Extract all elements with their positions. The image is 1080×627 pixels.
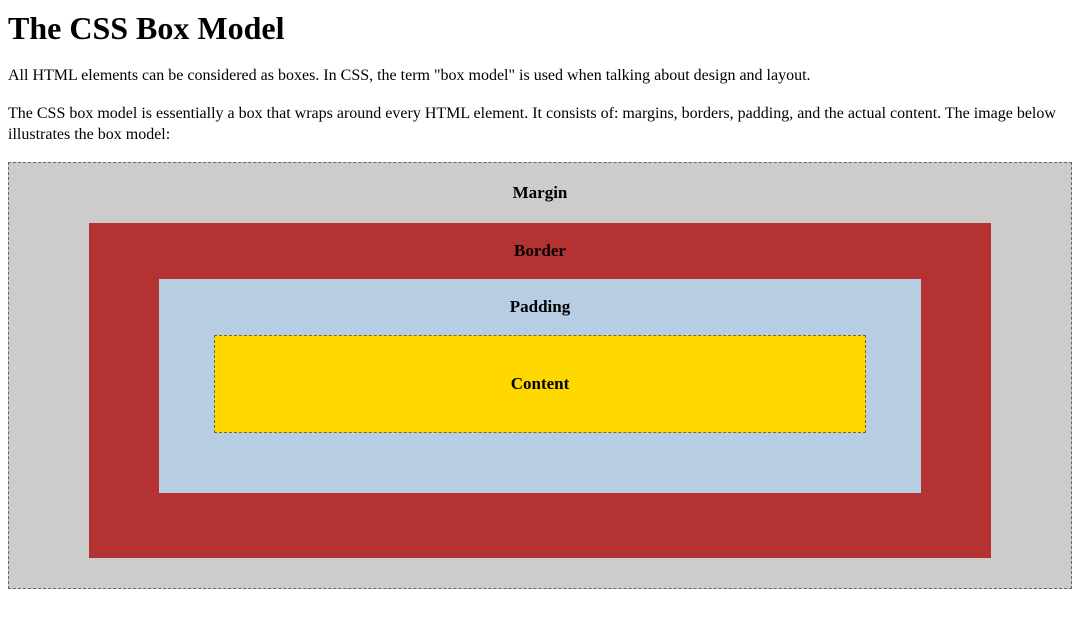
intro-paragraph-2: The CSS box model is essentially a box t… — [8, 103, 1072, 146]
padding-label: Padding — [214, 279, 866, 335]
page-title: The CSS Box Model — [8, 10, 1072, 47]
content-box: Content — [214, 335, 866, 433]
intro-paragraph-1: All HTML elements can be considered as b… — [8, 65, 1072, 87]
margin-label: Margin — [89, 163, 991, 223]
border-label: Border — [159, 223, 921, 279]
padding-box: Padding Content — [159, 279, 921, 493]
box-model-diagram: Margin Border Padding Content — [8, 162, 1072, 589]
border-box: Border Padding Content — [89, 223, 991, 558]
